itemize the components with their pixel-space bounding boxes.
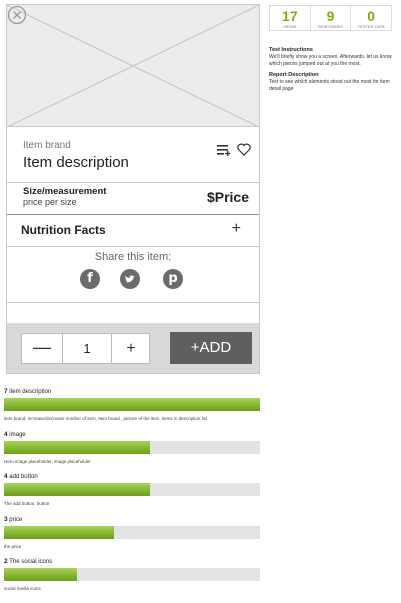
result-item: 3 price the price bbox=[4, 516, 262, 559]
add-to-cart-bar: — 1 + +ADD bbox=[7, 323, 259, 373]
result-note: Hero image placeholder, image placeholde… bbox=[4, 458, 91, 464]
stat-label: VIEWS bbox=[283, 24, 297, 29]
stat-value: 17 bbox=[282, 8, 298, 24]
pinterest-icon[interactable]: p bbox=[163, 269, 183, 289]
stat-responses: 9 RESPONSES bbox=[311, 6, 352, 30]
results-list: 7 item description item brand, increase/… bbox=[4, 388, 262, 601]
result-item: 7 item description item brand, increase/… bbox=[4, 388, 262, 431]
stat-value: 9 bbox=[326, 8, 335, 24]
result-label: item description bbox=[9, 389, 52, 395]
facebook-icon[interactable]: f bbox=[80, 269, 100, 289]
price-per-size-label: price per size bbox=[23, 197, 77, 207]
result-label: price bbox=[9, 516, 23, 523]
nutrition-facts-label: Nutrition Facts bbox=[21, 223, 106, 237]
stat-label: RESPONSES bbox=[318, 24, 343, 29]
decrease-quantity-button[interactable]: — bbox=[22, 334, 62, 363]
result-count: 4 bbox=[4, 473, 8, 480]
result-item: 4 image Hero image placeholder, image pl… bbox=[4, 431, 262, 474]
result-count: 4 bbox=[4, 430, 8, 438]
item-info-section: Item brand Item description bbox=[7, 127, 259, 183]
quantity-value[interactable]: 1 bbox=[62, 334, 112, 363]
price-label: $Price bbox=[206, 189, 249, 205]
result-note: The add button, button bbox=[4, 501, 50, 506]
share-label: Share this item: bbox=[94, 251, 172, 263]
result-bar-fill bbox=[4, 568, 78, 581]
stat-views: 17 VIEWS bbox=[270, 6, 311, 30]
stat-label: TESTER DATA bbox=[357, 24, 385, 29]
result-note: social media icons bbox=[4, 586, 41, 591]
result-item: 2 The social icons social media icons bbox=[4, 558, 262, 601]
nutrition-facts-row[interactable]: Nutrition Facts + bbox=[7, 215, 259, 247]
result-label: image bbox=[9, 431, 26, 438]
result-count: 7 bbox=[4, 388, 8, 395]
item-description: Item description bbox=[23, 154, 129, 171]
close-icon[interactable] bbox=[7, 5, 27, 25]
stats-box: 17 VIEWS 9 RESPONSES 0 TESTER DATA bbox=[269, 5, 392, 31]
result-title: 4 image bbox=[4, 431, 262, 439]
add-button[interactable]: +ADD bbox=[170, 332, 252, 364]
result-title: 2 The social icons bbox=[4, 558, 262, 566]
share-section: Share this item: f p bbox=[7, 247, 259, 303]
report-text: Test to see which elements stood out the… bbox=[269, 79, 390, 92]
instructions-text: We'll briefly show you a screen. Afterwa… bbox=[269, 54, 392, 67]
size-row: Size/measurement price per size $Price bbox=[7, 183, 259, 215]
report-title: Report Description bbox=[269, 72, 319, 78]
result-bar-fill bbox=[4, 440, 151, 454]
heart-icon[interactable] bbox=[237, 143, 251, 156]
image-placeholder-icon bbox=[7, 5, 259, 127]
result-title: 3 price bbox=[4, 516, 262, 524]
instructions-title: Test Instructions bbox=[269, 47, 313, 53]
result-bar-fill bbox=[4, 525, 114, 539]
result-count: 3 bbox=[4, 515, 8, 523]
result-note: item brand, increase/decrease number of … bbox=[4, 416, 208, 421]
quantity-stepper: — 1 + bbox=[21, 333, 150, 364]
result-bar-track bbox=[4, 568, 260, 581]
test-info-panel: Test Instructions We'll briefly show you… bbox=[269, 47, 397, 97]
result-note: the price bbox=[4, 543, 22, 549]
result-title: 4 add button bbox=[4, 473, 262, 481]
expand-plus-icon[interactable]: + bbox=[232, 220, 241, 238]
result-bar-track bbox=[4, 440, 260, 454]
list-add-icon[interactable] bbox=[217, 144, 231, 156]
increase-quantity-button[interactable]: + bbox=[112, 334, 150, 363]
result-bar-fill bbox=[4, 483, 151, 496]
result-label: The social icons bbox=[9, 559, 53, 565]
result-bar-fill bbox=[4, 398, 260, 411]
result-item: 4 add button The add button, button bbox=[4, 473, 262, 516]
result-title: 7 item description bbox=[4, 388, 262, 396]
result-count: 2 bbox=[4, 558, 8, 565]
result-bar-track bbox=[4, 398, 260, 411]
item-detail-mockup: Item brand Item description Size/measure… bbox=[6, 4, 260, 374]
stat-tester-data: 0 TESTER DATA bbox=[351, 6, 391, 30]
result-bar-track bbox=[4, 525, 260, 539]
result-label: add button bbox=[9, 474, 38, 480]
result-bar-track bbox=[4, 483, 260, 496]
size-measurement-label: Size/measurement bbox=[23, 186, 107, 197]
hero-image-placeholder bbox=[7, 5, 259, 127]
item-brand: Item brand bbox=[23, 140, 71, 151]
twitter-icon[interactable] bbox=[120, 269, 140, 289]
twitter-bird-icon bbox=[125, 275, 135, 283]
stat-value: 0 bbox=[367, 8, 376, 24]
